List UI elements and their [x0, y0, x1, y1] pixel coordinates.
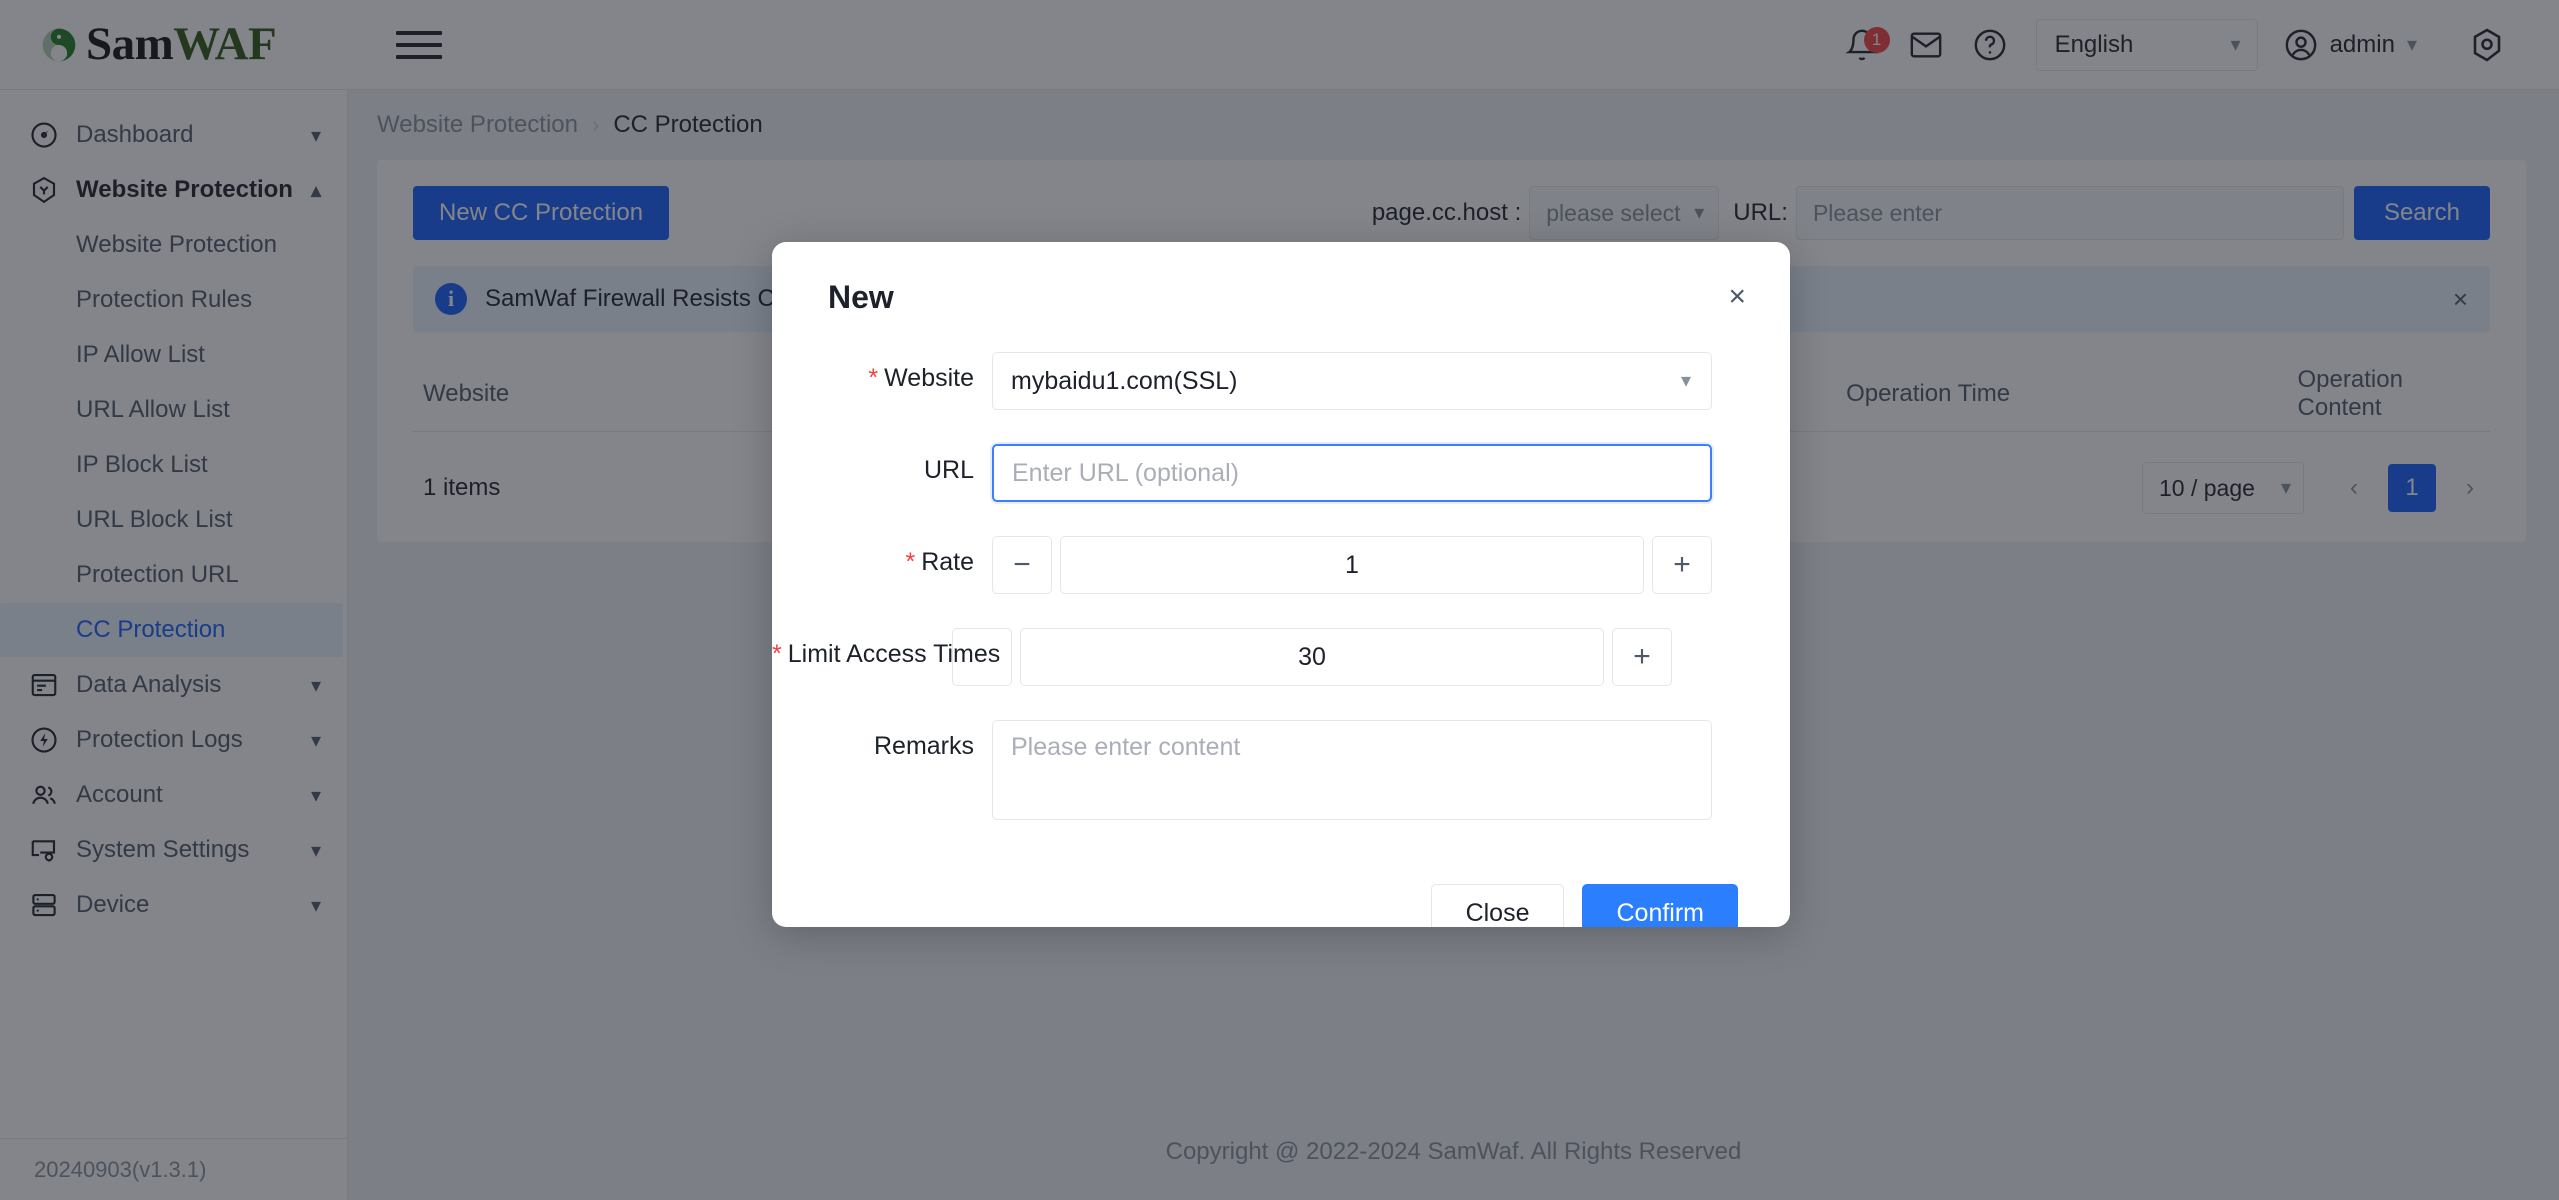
required-marker: * — [905, 548, 915, 576]
limit-label-text: Limit Access Times — [788, 640, 1001, 668]
rate-increment-button[interactable]: + — [1652, 536, 1712, 594]
rate-decrement-button[interactable]: − — [992, 536, 1052, 594]
required-marker: * — [868, 364, 878, 392]
app-root: SamWAF 1 — [0, 0, 2559, 1200]
rate-control: − 1 + — [974, 536, 1734, 594]
limit-value[interactable]: 30 — [1020, 628, 1604, 686]
remarks-textarea[interactable] — [992, 720, 1712, 820]
form-row-limit-access-times: *Limit Access Times 30 + — [772, 628, 1734, 686]
form-row-rate: *Rate − 1 + — [772, 536, 1734, 594]
rate-stepper: − 1 + — [992, 536, 1712, 594]
limit-increment-button[interactable]: + — [1612, 628, 1672, 686]
url-input[interactable] — [992, 444, 1712, 502]
form-row-website: *Website mybaidu1.com(SSL) ▾ — [772, 352, 1734, 410]
rate-field-label: *Rate — [772, 536, 974, 577]
website-field-label: *Website — [772, 352, 974, 393]
limit-control: 30 + — [934, 628, 1734, 686]
form-row-remarks: Remarks — [772, 720, 1734, 825]
dialog-footer: Close Confirm — [772, 859, 1790, 927]
limit-stepper: 30 + — [952, 628, 1672, 686]
new-cc-protection-dialog: New × *Website mybaidu1.com(SSL) ▾ URL — [772, 242, 1790, 927]
website-label-text: Website — [884, 364, 974, 392]
confirm-button[interactable]: Confirm — [1582, 884, 1738, 927]
dialog-header: New × — [772, 242, 1790, 352]
website-select-value: mybaidu1.com(SSL) — [1011, 367, 1237, 396]
required-marker: * — [772, 640, 782, 668]
url-field-label: URL — [772, 444, 974, 485]
url-control — [974, 444, 1734, 502]
remarks-control — [974, 720, 1734, 825]
website-select[interactable]: mybaidu1.com(SSL) ▾ — [992, 352, 1712, 410]
remarks-field-label: Remarks — [772, 720, 974, 761]
close-button[interactable]: Close — [1431, 884, 1565, 927]
chevron-down-icon: ▾ — [1681, 371, 1691, 391]
dialog-body: *Website mybaidu1.com(SSL) ▾ URL *Rate — [772, 352, 1790, 859]
website-control: mybaidu1.com(SSL) ▾ — [974, 352, 1734, 410]
rate-label-text: Rate — [921, 548, 974, 576]
close-icon[interactable]: × — [1728, 282, 1746, 312]
form-row-url: URL — [772, 444, 1734, 502]
rate-value[interactable]: 1 — [1060, 536, 1644, 594]
limit-access-times-field-label: *Limit Access Times — [772, 628, 974, 669]
dialog-title: New — [828, 279, 1728, 316]
